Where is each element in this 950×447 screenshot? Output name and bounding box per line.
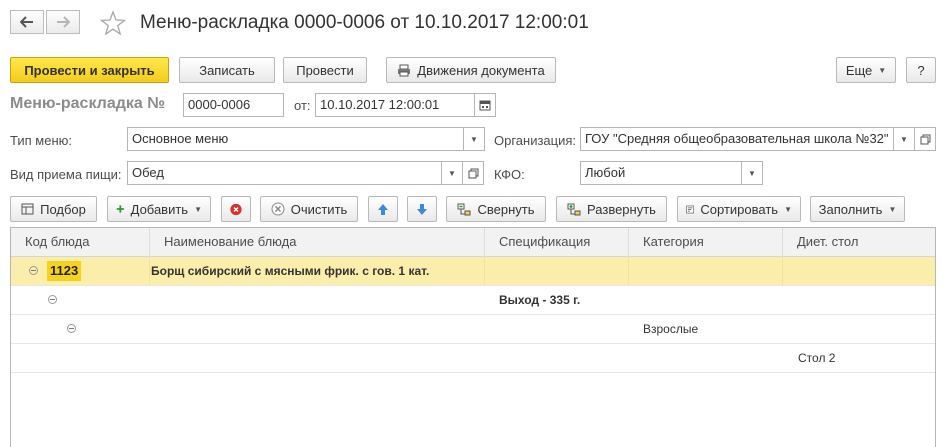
chevron-down-icon: ▼ — [448, 168, 456, 178]
favorite-star-icon[interactable] — [100, 10, 126, 36]
delete-row-button[interactable] — [221, 196, 251, 222]
more-label: Еще — [845, 62, 873, 78]
calendar-button[interactable] — [474, 93, 496, 117]
cell-divider — [150, 257, 485, 285]
collapse-node-icon[interactable] — [48, 295, 57, 304]
add-label: Добавить — [130, 201, 189, 217]
open-window-icon — [920, 134, 930, 144]
table-row[interactable]: Стол 2 — [11, 344, 935, 373]
menu-type-label: Тип меню: — [10, 133, 72, 148]
clear-label: Очистить — [290, 201, 348, 217]
column-header-category[interactable]: Категория — [629, 228, 783, 257]
column-header-spec[interactable]: Спецификация — [485, 228, 629, 257]
collapse-button[interactable]: Свернуть — [446, 196, 546, 222]
save-button[interactable]: Записать — [179, 57, 275, 83]
expand-label: Развернуть — [587, 201, 656, 217]
open-window-icon — [468, 168, 478, 178]
forward-button[interactable] — [46, 10, 80, 34]
select-button[interactable]: Подбор — [10, 196, 97, 222]
cell-divider — [485, 257, 629, 285]
dishes-table[interactable]: Код блюда Наименование блюда Спецификаци… — [10, 227, 936, 447]
kfo-dropdown-button[interactable]: ▼ — [741, 161, 763, 185]
select-label: Подбор — [40, 201, 86, 217]
meal-type-label: Вид приема пищи: — [10, 167, 122, 182]
sort-icon — [686, 205, 695, 213]
fill-button[interactable]: Заполнить ▼ — [810, 196, 905, 222]
collapse-label: Свернуть — [477, 201, 535, 217]
plus-icon — [116, 205, 124, 213]
chevron-down-icon: ▼ — [888, 204, 897, 214]
organization-field[interactable]: ГОУ "Средняя общеобразовательная школа №… — [580, 127, 894, 151]
expand-button[interactable]: Развернуть — [556, 196, 667, 222]
expand-tree-icon — [567, 203, 581, 215]
add-button[interactable]: Добавить ▼ — [107, 196, 211, 222]
sort-label: Сортировать — [700, 201, 779, 217]
cell-divider — [629, 257, 783, 285]
move-down-button[interactable] — [407, 196, 437, 222]
save-label: Записать — [199, 62, 255, 78]
document-number-field[interactable]: 0000-0006 — [183, 93, 284, 117]
document-type-label: Меню-раскладка № — [10, 95, 166, 112]
table-select-icon — [21, 203, 34, 215]
organization-label: Организация: — [494, 133, 577, 148]
kfo-label: КФО: — [494, 167, 525, 182]
table-row[interactable]: Взрослые — [11, 315, 935, 344]
meal-type-dropdown-button[interactable]: ▼ — [441, 161, 463, 185]
calendar-icon — [479, 100, 491, 111]
printer-icon — [398, 64, 411, 76]
post-and-close-label: Провести и закрыть — [24, 62, 155, 78]
diet-cell: Стол 2 — [798, 351, 836, 365]
table-row[interactable]: 1123 Борщ сибирский с мясными фрик. с го… — [11, 257, 935, 286]
arrow-left-icon — [20, 16, 33, 28]
post-button[interactable]: Провести — [283, 57, 367, 83]
menu-type-field[interactable]: Основное меню — [127, 127, 464, 151]
move-up-button[interactable] — [368, 196, 398, 222]
document-date-field[interactable]: 10.10.2017 12:00:01 — [315, 93, 475, 117]
delete-icon — [230, 203, 242, 215]
document-movements-label: Движения документа — [417, 62, 545, 78]
document-movements-button[interactable]: Движения документа — [386, 57, 556, 83]
organization-open-button[interactable] — [914, 127, 936, 151]
date-from-label: от: — [294, 98, 311, 113]
collapse-node-icon[interactable] — [67, 324, 76, 333]
chevron-down-icon: ▼ — [784, 204, 792, 214]
arrow-down-icon — [417, 203, 427, 215]
chevron-down-icon: ▼ — [194, 204, 202, 214]
meal-type-open-button[interactable] — [462, 161, 484, 185]
meal-type-field[interactable]: Обед — [127, 161, 442, 185]
chevron-down-icon: ▼ — [470, 134, 478, 144]
clear-icon — [271, 202, 285, 216]
sort-button[interactable]: Сортировать ▼ — [677, 196, 801, 222]
help-button[interactable]: ? — [906, 57, 936, 83]
post-and-close-button[interactable]: Провести и закрыть — [10, 57, 169, 83]
category-cell: Взрослые — [643, 322, 699, 336]
table-header: Код блюда Наименование блюда Спецификаци… — [11, 228, 935, 257]
chevron-down-icon: ▼ — [900, 134, 908, 144]
spec-cell: Выход - 335 г. — [499, 293, 581, 307]
cell-divider — [11, 257, 150, 285]
help-label: ? — [917, 62, 925, 78]
window-title: Меню-раскладка 0000-0006 от 10.10.2017 1… — [140, 12, 589, 33]
fill-label: Заполнить — [818, 201, 883, 217]
table-row[interactable]: Выход - 335 г. — [11, 286, 935, 315]
collapse-tree-icon — [457, 203, 471, 215]
column-header-diet[interactable]: Диет. стол — [783, 228, 935, 257]
more-menu-button[interactable]: Еще ▼ — [836, 57, 896, 83]
post-label: Провести — [296, 62, 354, 78]
column-header-code[interactable]: Код блюда — [11, 228, 150, 257]
chevron-down-icon: ▼ — [748, 168, 756, 178]
arrow-right-icon — [57, 16, 70, 28]
arrow-up-icon — [378, 203, 388, 215]
clear-button[interactable]: Очистить — [260, 196, 358, 222]
kfo-field[interactable]: Любой — [580, 161, 742, 185]
column-header-name[interactable]: Наименование блюда — [150, 228, 485, 257]
menu-type-dropdown-button[interactable]: ▼ — [463, 127, 485, 151]
chevron-down-icon: ▼ — [878, 65, 887, 75]
organization-dropdown-button[interactable]: ▼ — [893, 127, 915, 151]
back-button[interactable] — [10, 10, 44, 34]
